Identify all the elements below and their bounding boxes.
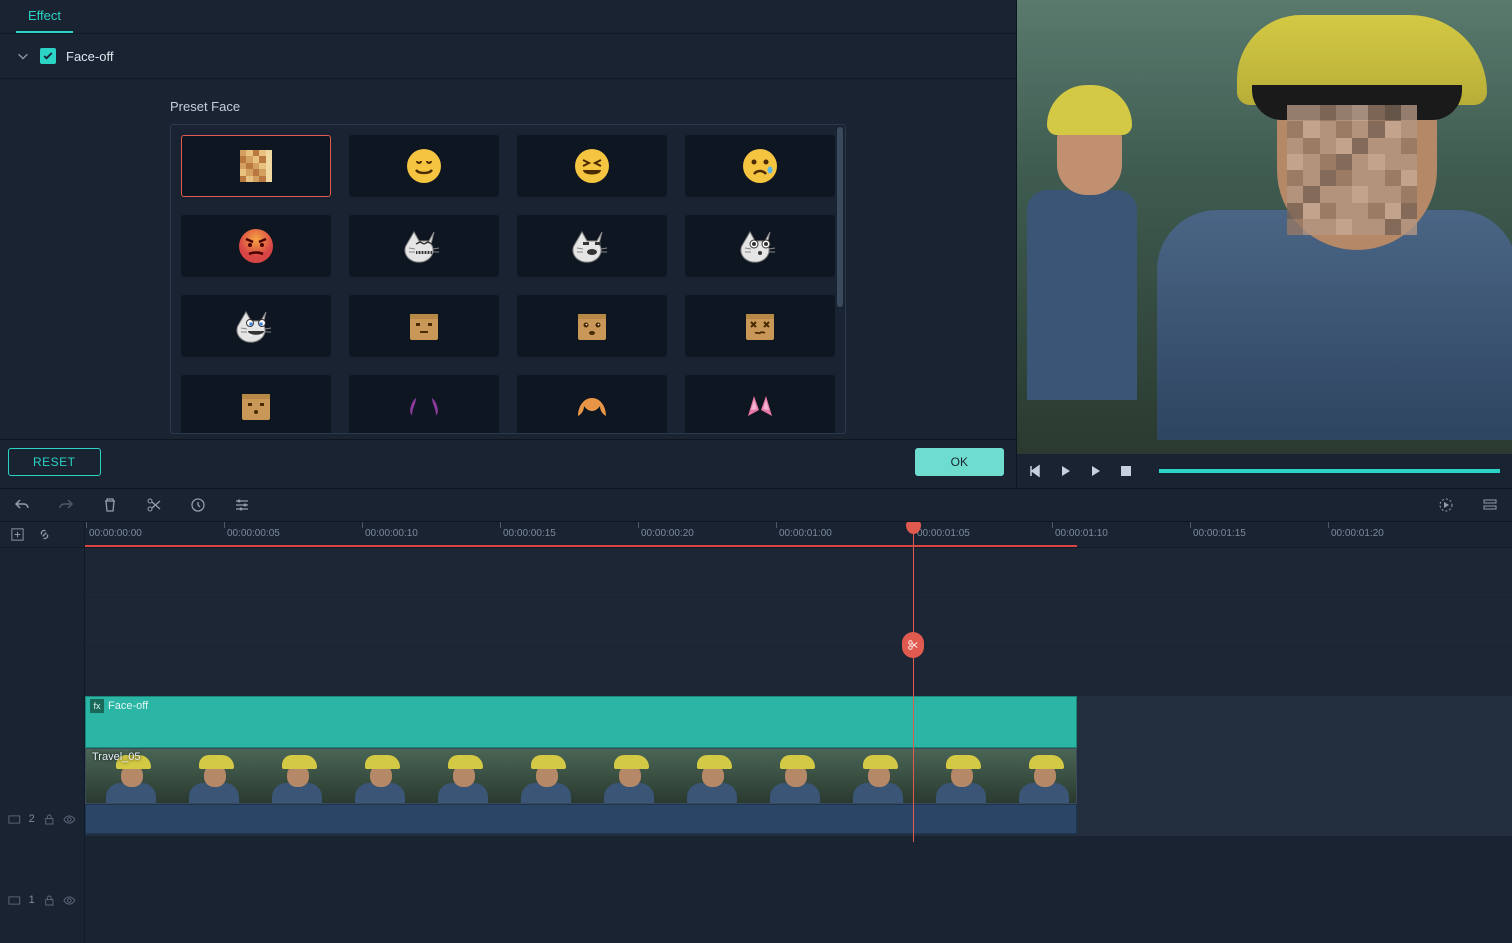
undo-icon[interactable] bbox=[14, 497, 30, 513]
preset-hair-orange[interactable] bbox=[517, 375, 667, 434]
preview-panel bbox=[1017, 0, 1512, 488]
preset-emoji-laugh[interactable] bbox=[517, 135, 667, 197]
preset-cat-laugh[interactable] bbox=[181, 295, 331, 357]
preset-ears-pink[interactable] bbox=[685, 375, 835, 434]
visibility-icon[interactable] bbox=[63, 813, 76, 826]
link-icon[interactable] bbox=[37, 527, 52, 542]
tab-bar: Effect bbox=[0, 0, 1016, 34]
effect-clip-icon: fx bbox=[90, 699, 104, 713]
preset-box-face-alt[interactable] bbox=[181, 375, 331, 434]
pixelated-face-overlay bbox=[1287, 105, 1417, 235]
preset-face-grid-container bbox=[170, 124, 846, 434]
ruler-tick: 00:00:00:05 bbox=[227, 528, 280, 539]
ruler-tick: 00:00:00:15 bbox=[503, 528, 556, 539]
playhead[interactable] bbox=[913, 522, 914, 842]
face-off-label: Face-off bbox=[66, 49, 113, 64]
chevron-down-icon bbox=[16, 49, 30, 63]
split-icon[interactable] bbox=[146, 497, 162, 513]
preset-box-face-dizzy[interactable] bbox=[685, 295, 835, 357]
ruler-tick: 00:00:01:20 bbox=[1331, 528, 1384, 539]
preset-scrollbar[interactable] bbox=[837, 127, 843, 307]
preset-cat-shocked[interactable] bbox=[685, 215, 835, 277]
player-progress[interactable] bbox=[1159, 469, 1500, 473]
step-forward-button[interactable] bbox=[1089, 464, 1103, 478]
ruler-tick: 00:00:01:05 bbox=[917, 528, 970, 539]
timeline-track-2[interactable]: fx Face-off bbox=[85, 696, 1512, 748]
track-type-icon bbox=[8, 813, 21, 826]
effect-panel: Effect Face-off Preset Face RESET OK bbox=[0, 0, 1017, 488]
preset-box-face-plain[interactable] bbox=[349, 295, 499, 357]
timeline-settings-icon[interactable] bbox=[1482, 497, 1498, 513]
play-button[interactable] bbox=[1059, 464, 1073, 478]
preset-cat-funny[interactable] bbox=[517, 215, 667, 277]
tab-effect[interactable]: Effect bbox=[16, 0, 73, 33]
face-off-checkbox[interactable] bbox=[40, 48, 56, 64]
preset-mosaic-blur[interactable] bbox=[181, 135, 331, 197]
ruler-tick: 00:00:01:15 bbox=[1193, 528, 1246, 539]
track-index: 2 bbox=[29, 813, 35, 825]
preset-devil-horns[interactable] bbox=[349, 375, 499, 434]
preset-emoji-sad-tear[interactable] bbox=[685, 135, 835, 197]
lock-icon[interactable] bbox=[43, 894, 56, 907]
ruler-tick: 00:00:00:00 bbox=[89, 528, 142, 539]
track-header-2: 2 bbox=[0, 781, 84, 857]
step-back-button[interactable] bbox=[1029, 464, 1043, 478]
reset-button[interactable]: RESET bbox=[8, 448, 101, 476]
timeline-track-1[interactable]: Travel_05 bbox=[85, 748, 1512, 836]
timeline-toolbar bbox=[0, 488, 1512, 522]
timeline-ruler[interactable]: 00:00:00:00 00:00:00:05 00:00:00:10 00:00:0… bbox=[85, 522, 1512, 548]
delete-icon[interactable] bbox=[102, 497, 118, 513]
stop-button[interactable] bbox=[1119, 464, 1133, 478]
clip-face-off[interactable]: fx Face-off bbox=[85, 696, 1077, 748]
clip-label: Face-off bbox=[108, 700, 148, 712]
timeline: 2 1 00:00:00:0000:00:00:0500:00:00:1000:… bbox=[0, 522, 1512, 943]
speed-icon[interactable] bbox=[190, 497, 206, 513]
preset-cat-grin[interactable] bbox=[349, 215, 499, 277]
track-index: 1 bbox=[29, 894, 35, 906]
redo-icon[interactable] bbox=[58, 497, 74, 513]
playhead-split-button[interactable] bbox=[902, 632, 924, 658]
render-preview-icon[interactable] bbox=[1438, 497, 1454, 513]
add-track-icon[interactable] bbox=[10, 527, 25, 542]
face-off-section-header[interactable]: Face-off bbox=[0, 34, 1016, 79]
player-controls bbox=[1017, 454, 1512, 488]
ruler-tick: 00:00:00:20 bbox=[641, 528, 694, 539]
preset-box-face-eyes[interactable] bbox=[517, 295, 667, 357]
ruler-tick: 00:00:00:10 bbox=[365, 528, 418, 539]
ruler-tick: 00:00:01:10 bbox=[1055, 528, 1108, 539]
adjust-icon[interactable] bbox=[234, 497, 250, 513]
preset-face-title: Preset Face bbox=[170, 99, 846, 114]
lock-icon[interactable] bbox=[43, 813, 56, 826]
clip-video[interactable]: Travel_05 bbox=[85, 748, 1077, 804]
clip-audio-waveform[interactable] bbox=[85, 804, 1077, 834]
preview-video bbox=[1017, 0, 1512, 454]
clip-label: Travel_05 bbox=[92, 751, 141, 763]
visibility-icon[interactable] bbox=[63, 894, 76, 907]
ruler-tick: 00:00:01:00 bbox=[779, 528, 832, 539]
preset-emoji-angry-red[interactable] bbox=[181, 215, 331, 277]
preset-emoji-smile[interactable] bbox=[349, 135, 499, 197]
ok-button[interactable]: OK bbox=[915, 448, 1004, 476]
track-type-icon bbox=[8, 894, 21, 907]
track-header-1: 1 bbox=[0, 857, 84, 943]
